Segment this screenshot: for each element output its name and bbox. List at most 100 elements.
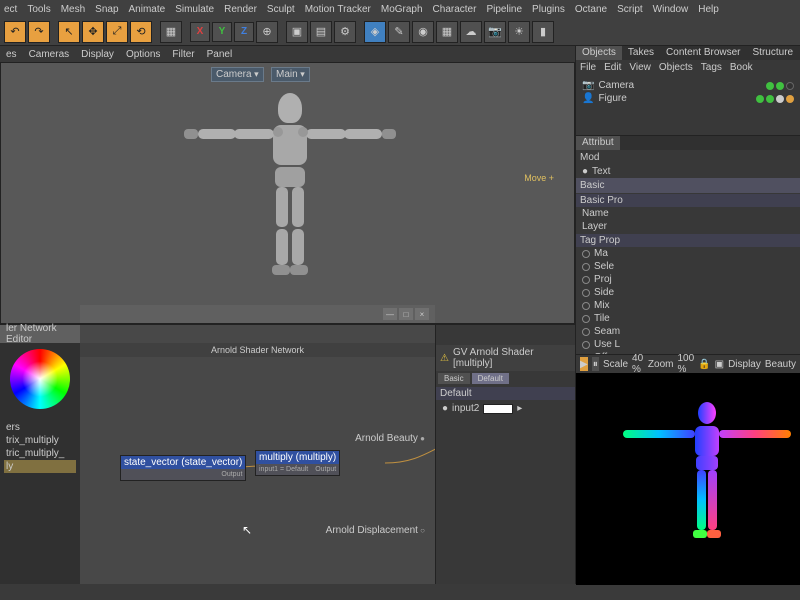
panel-menu-item[interactable]: Edit	[604, 62, 621, 73]
radio-icon[interactable]	[582, 315, 590, 323]
radio-icon[interactable]	[582, 250, 590, 258]
rotate-tool[interactable]: ⟲	[130, 21, 152, 43]
radio-icon[interactable]	[582, 263, 590, 271]
list-item-selected[interactable]: ly	[4, 460, 76, 473]
light-tool[interactable]: ☀	[508, 21, 530, 43]
panel-menu-item[interactable]: Book	[730, 62, 753, 73]
tab-objects[interactable]: Objects	[576, 46, 622, 60]
menu-item[interactable]: Octane	[575, 4, 607, 15]
arnold-beauty-output[interactable]: Arnold Beauty ●	[355, 433, 425, 444]
cube-primitive[interactable]: ◈	[364, 21, 386, 43]
perspective-viewport[interactable]: Camera ▾ Main ▾ Move +	[0, 62, 575, 324]
menu-item[interactable]: Window	[653, 4, 689, 15]
pause-button[interactable]: ⏸	[592, 357, 599, 371]
menu-item[interactable]: Simulate	[175, 4, 214, 15]
menu-item[interactable]: Script	[617, 4, 643, 15]
axis-z-toggle[interactable]: Z	[234, 22, 254, 42]
render-settings[interactable]: ⚙	[334, 21, 356, 43]
vp-menu[interactable]: Panel	[207, 49, 233, 60]
panel-menu-item[interactable]: View	[629, 62, 651, 73]
move-tool[interactable]: ✥	[82, 21, 104, 43]
spline-tool[interactable]: ✎	[388, 21, 410, 43]
coord-toggle[interactable]: ⊕	[256, 21, 278, 43]
vp-menu[interactable]: es	[6, 49, 17, 60]
view-dropdown[interactable]: Main ▾	[271, 67, 310, 82]
panel-menu-item[interactable]: Objects	[659, 62, 693, 73]
mode-menu[interactable]: Mod	[580, 152, 599, 163]
vp-menu[interactable]: Display	[81, 49, 114, 60]
menu-item[interactable]: Mesh	[61, 4, 85, 15]
axis-x-toggle[interactable]: X	[190, 22, 210, 42]
node-title: multiply (multiply)	[256, 451, 339, 464]
window-minimize[interactable]: —	[383, 308, 397, 320]
panel-menu-item[interactable]: File	[580, 62, 596, 73]
menu-item[interactable]: Render	[224, 4, 257, 15]
scale-tool[interactable]: ⤢	[106, 21, 128, 43]
lock-icon[interactable]: 🔒	[698, 359, 710, 370]
menu-item[interactable]: Help	[698, 4, 719, 15]
menu-item[interactable]: Plugins	[532, 4, 565, 15]
radio-icon[interactable]	[582, 328, 590, 336]
menu-item[interactable]: Pipeline	[486, 4, 522, 15]
render-region[interactable]: ▤	[310, 21, 332, 43]
mannequin-figure[interactable]	[158, 83, 418, 303]
expand-icon[interactable]: ▸	[517, 403, 522, 414]
redo-button[interactable]: ↷	[28, 21, 50, 43]
window-close[interactable]: ×	[415, 308, 429, 320]
recent-tool[interactable]: ▦	[160, 21, 182, 43]
color-wheel[interactable]	[10, 349, 70, 409]
color-swatch[interactable]	[483, 404, 513, 414]
menu-item[interactable]: Snap	[95, 4, 118, 15]
tab-basic[interactable]: Basic	[576, 178, 800, 193]
select-tool[interactable]: ↖	[58, 21, 80, 43]
radio-icon[interactable]	[582, 302, 590, 310]
node-input[interactable]: input1 = Default	[259, 466, 308, 473]
menu-item[interactable]: Sculpt	[267, 4, 295, 15]
list-item[interactable]: trix_multiply	[4, 434, 76, 447]
radio-icon[interactable]	[582, 289, 590, 297]
vp-menu[interactable]: Cameras	[29, 49, 70, 60]
menu-item[interactable]: MoGraph	[381, 4, 423, 15]
node-graph-canvas[interactable]: — □ × Arnold Shader Network state_vector…	[80, 325, 435, 584]
tab-attributes[interactable]: Attribut	[576, 136, 620, 150]
tab-takes[interactable]: Takes	[622, 46, 660, 60]
arnold-displacement-output[interactable]: Arnold Displacement ○	[326, 525, 425, 536]
menu-item[interactable]: ect	[4, 4, 17, 15]
panel-menu-item[interactable]: Tags	[701, 62, 722, 73]
generator-tool[interactable]: ◉	[412, 21, 434, 43]
deformer-tool[interactable]: ▦	[436, 21, 458, 43]
zoom-value[interactable]: 100 %	[677, 353, 694, 375]
camera-tool[interactable]: 📷	[484, 21, 506, 43]
menu-item[interactable]: Motion Tracker	[305, 4, 371, 15]
vp-menu[interactable]: Filter	[172, 49, 194, 60]
display-mode[interactable]: Beauty	[765, 359, 796, 370]
play-button[interactable]: ▶	[580, 357, 588, 371]
state-vector-node[interactable]: state_vector (state_vector) Output	[120, 455, 246, 481]
menu-item[interactable]: Animate	[129, 4, 166, 15]
menu-item[interactable]: Character	[433, 4, 477, 15]
tab-basic[interactable]: Basic	[438, 373, 470, 384]
tag-tool[interactable]: ▮	[532, 21, 554, 43]
fit-icon[interactable]: ▣	[715, 359, 724, 370]
axis-y-toggle[interactable]: Y	[212, 22, 232, 42]
node-output[interactable]: Output	[221, 471, 242, 478]
tab-content-browser[interactable]: Content Browser	[660, 46, 746, 60]
environment-tool[interactable]: ☁	[460, 21, 482, 43]
vp-menu[interactable]: Options	[126, 49, 160, 60]
render-button[interactable]: ▣	[286, 21, 308, 43]
undo-button[interactable]: ↶	[4, 21, 26, 43]
camera-dropdown[interactable]: Camera ▾	[211, 67, 264, 82]
multiply-node[interactable]: multiply (multiply) input1 = Default Out…	[255, 450, 340, 476]
scale-value[interactable]: 40 %	[632, 353, 644, 375]
render-view[interactable]	[576, 373, 800, 585]
radio-icon[interactable]	[582, 341, 590, 349]
tab-structure[interactable]: Structure	[747, 46, 800, 60]
list-item[interactable]: tric_multiply_	[4, 447, 76, 460]
tab-default[interactable]: Default	[472, 373, 509, 384]
menu-item[interactable]: Tools	[27, 4, 50, 15]
object-row-figure[interactable]: 👤 Figure	[582, 92, 794, 105]
node-output[interactable]: Output	[315, 466, 336, 473]
window-maximize[interactable]: □	[399, 308, 413, 320]
object-row-camera[interactable]: 📷 Camera	[582, 79, 794, 92]
radio-icon[interactable]	[582, 276, 590, 284]
